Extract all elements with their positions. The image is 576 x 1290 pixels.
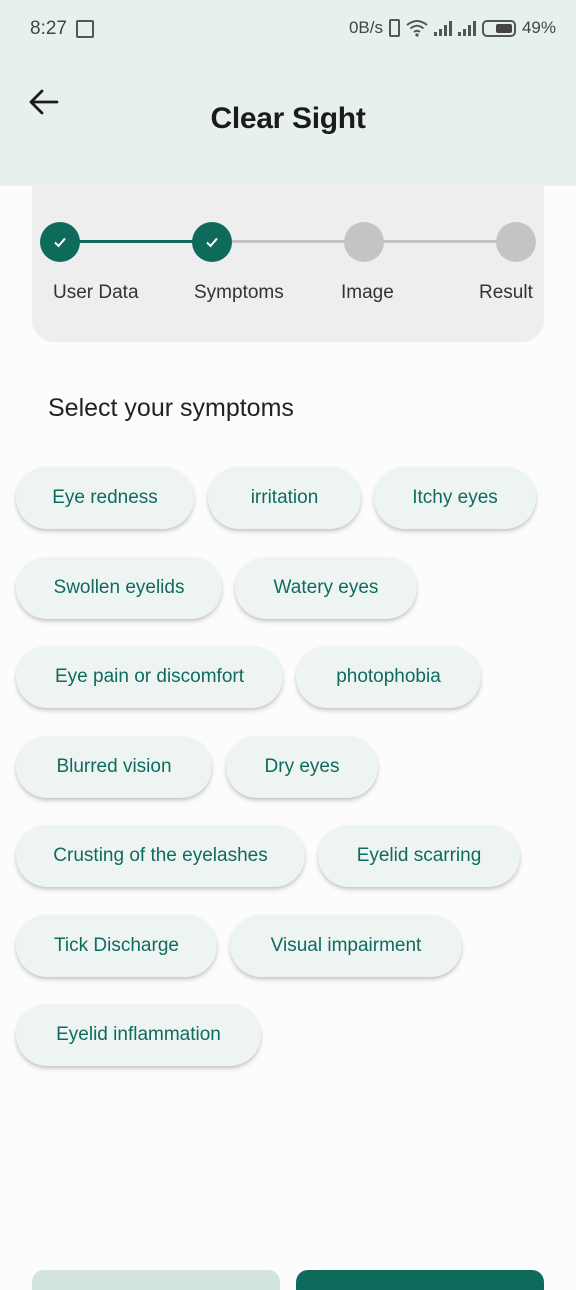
chip-swollen-eyelids[interactable]: Swollen eyelids	[16, 557, 222, 619]
wifi-icon	[406, 20, 428, 37]
step-label-image: Image	[341, 282, 394, 303]
step-connector	[364, 240, 516, 243]
step-connector	[60, 240, 212, 243]
phone-icon	[388, 19, 400, 37]
step-label-user-data: User Data	[53, 282, 139, 303]
image-notification-icon	[76, 20, 94, 38]
status-time: 8:27	[30, 18, 67, 39]
signal-icon	[457, 20, 476, 36]
chip-blurred-vision[interactable]: Blurred vision	[16, 736, 212, 798]
step-label-symptoms: Symptoms	[194, 282, 284, 303]
chip-visual-impairment[interactable]: Visual impairment	[230, 915, 462, 977]
section-title: Select your symptoms	[48, 394, 294, 422]
back-step-button[interactable]	[32, 1270, 280, 1290]
chip-eye-pain-or-discomfort[interactable]: Eye pain or discomfort	[16, 646, 283, 708]
chip-dry-eyes[interactable]: Dry eyes	[226, 736, 378, 798]
status-indicators: 0B/s 49%	[349, 18, 556, 38]
page-title: Clear Sight	[210, 102, 366, 135]
network-speed: 0B/s	[348, 18, 383, 37]
battery-percent: 49%	[521, 18, 556, 37]
step-label-result: Result	[479, 282, 533, 303]
chip-irritation[interactable]: irritation	[208, 467, 361, 529]
chip-eyelid-scarring[interactable]: Eyelid scarring	[318, 825, 520, 887]
app-bar: Clear Sight	[0, 58, 576, 186]
step-image-indicator	[344, 222, 384, 262]
chip-photophobia[interactable]: photophobia	[296, 646, 481, 708]
check-icon	[54, 237, 66, 248]
signal-icon	[433, 20, 452, 36]
check-icon	[206, 237, 218, 248]
battery-icon	[481, 19, 516, 37]
chip-tick-discharge[interactable]: Tick Discharge	[16, 915, 217, 977]
step-connector	[212, 240, 364, 243]
chip-watery-eyes[interactable]: Watery eyes	[235, 557, 417, 619]
status-bar: 8:27 0B/s 49%	[0, 0, 576, 58]
step-user-data-indicator	[40, 222, 80, 262]
chip-eyelid-inflammation[interactable]: Eyelid inflammation	[16, 1004, 261, 1066]
step-result-indicator	[496, 222, 536, 262]
chip-crusting-of-the-eyelashes[interactable]: Crusting of the eyelashes	[16, 825, 305, 887]
step-symptoms-indicator	[192, 222, 232, 262]
chip-eye-redness[interactable]: Eye redness	[16, 467, 194, 529]
next-step-button[interactable]	[296, 1270, 544, 1290]
progress-stepper: User Data Symptoms Image Result	[32, 186, 544, 342]
chip-itchy-eyes[interactable]: Itchy eyes	[374, 467, 536, 529]
